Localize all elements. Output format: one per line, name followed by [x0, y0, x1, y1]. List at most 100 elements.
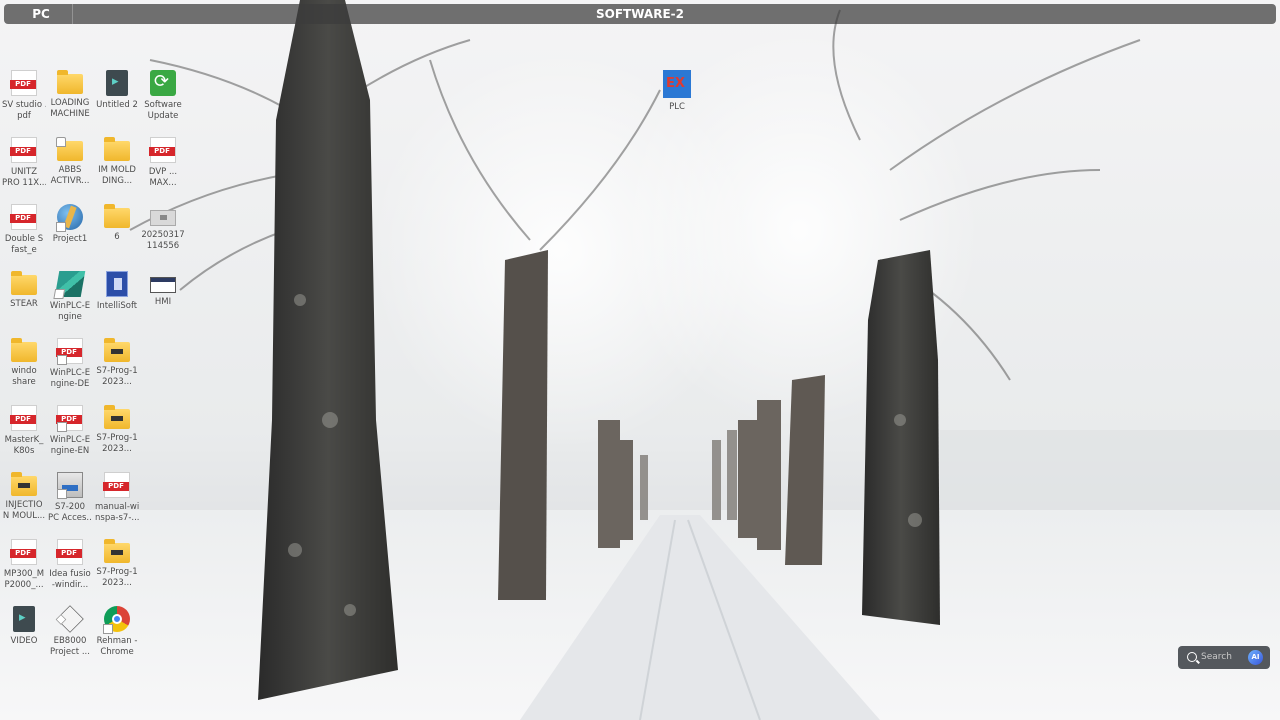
caption-line: MAX... — [149, 178, 177, 188]
desktop-icon-idea-fusion[interactable]: PDF Idea fusio -windir... — [48, 539, 92, 591]
desktop-icon-double-s[interactable]: PDF Double Sfast_e — [2, 204, 46, 256]
pdf-icon: PDF — [10, 204, 37, 230]
desktop-icon-caption: INJECTIO N MOUL... — [2, 500, 46, 522]
caption-line: DING... — [101, 176, 133, 186]
caption-line: 20250317 — [141, 230, 185, 240]
desktop-icon-intellisoft[interactable]: IntelliSoft — [95, 271, 139, 312]
video-file-icon — [106, 70, 128, 96]
caption-line: S7-Prog-1 — [96, 433, 138, 443]
desktop-icon-caption: WinPLC-E ngine — [48, 301, 92, 323]
caption-line: -windir... — [51, 580, 89, 590]
desktop-icon-project1[interactable]: Project1 — [48, 204, 92, 245]
desktop-icon-caption: 20250317 114556 — [141, 230, 185, 252]
desktop-icon-caption: Software Update — [141, 100, 185, 122]
caption-line: MasterK_ — [4, 435, 44, 445]
folder-icon — [104, 204, 130, 228]
desktop-icon-caption: STEAR — [2, 299, 46, 310]
desktop-icon-master-k80s[interactable]: PDF MasterK_ K80s — [2, 405, 46, 457]
desktop-icon-mp300[interactable]: PDF MP300_M P2000_... — [2, 539, 46, 591]
caption-line: UNITZ — [10, 167, 38, 177]
desktop-icon-caption: Untitled 2 — [95, 100, 139, 111]
caption-line: Software — [144, 100, 182, 110]
desktop-icon-s7-prog-2[interactable]: S7-Prog-1 2023... — [95, 405, 139, 455]
pdf-icon: PDF — [56, 338, 83, 365]
desktop-icon-drive-2025[interactable]: 20250317 114556 — [141, 204, 185, 252]
tool-icon — [57, 472, 83, 499]
caption-line: nspa-s7-... — [95, 513, 139, 523]
desktop-wallpaper — [0, 0, 1280, 720]
desktop-icon-caption: HMI — [141, 297, 185, 308]
desktop-icon-steer[interactable]: STEAR — [2, 271, 46, 310]
desktop-icon-window-share[interactable]: windo share — [2, 338, 46, 388]
desktop-icon-video[interactable]: VIDEO — [2, 606, 46, 647]
pdf-badge: PDF — [103, 482, 129, 491]
shape-icon — [56, 605, 84, 633]
caption-line: P2000_... — [4, 580, 44, 590]
desktop-icon-loading-machine[interactable]: LOADING MACHINE — [48, 70, 92, 120]
desktop-icon-caption: PLC — [655, 102, 699, 113]
desktop-icon-im-mold[interactable]: IM MOLD DING... — [95, 137, 139, 187]
desktop-icon-manual[interactable]: PDF manual-wi nspa-s7-... — [95, 472, 139, 524]
taskbar-search-box[interactable]: Search AI — [1178, 646, 1270, 669]
pdf-icon: PDF — [56, 539, 83, 565]
chrome-icon — [103, 606, 130, 634]
caption-line: 2023... — [102, 578, 132, 588]
desktop-icon-chrome[interactable]: Rehman - Chrome — [95, 606, 139, 658]
folder-badge — [111, 416, 123, 421]
pdf-icon: PDF — [103, 472, 130, 498]
caption-line: MP300_M — [3, 569, 45, 579]
caption-line: Project ... — [50, 647, 90, 657]
desktop-icon-s7-200[interactable]: S7-200 PC Acces... — [48, 472, 92, 524]
desktop-icon-caption: LOADING MACHINE — [48, 98, 92, 120]
desktop-icon-folder-6[interactable]: 6 — [95, 204, 139, 243]
caption-line: LOADING — [50, 98, 90, 108]
caption-line: Rehman - — [96, 636, 138, 646]
desktop-icon-caption: VIDEO — [2, 636, 46, 647]
update-icon — [150, 70, 176, 96]
desktop-icon-winplc-engine[interactable]: WinPLC-E ngine — [48, 271, 92, 323]
copilot-icon[interactable]: AI — [1248, 650, 1263, 665]
desktop-icon-hmi[interactable]: HMI — [141, 271, 185, 308]
folder-icon — [57, 70, 83, 94]
desktop-icon-eb8000[interactable]: EB8000 Project ... — [48, 605, 92, 658]
desktop-icon-caption: S7-Prog-1 2023... — [95, 433, 139, 455]
folder-badge — [111, 550, 123, 555]
desktop-icon-caption: S7-Prog-1 2023... — [95, 366, 139, 388]
desktop-icon-untitled-2[interactable]: Untitled 2 — [95, 70, 139, 111]
desktop-icon-caption: Idea fusio -windir... — [48, 569, 92, 591]
caption-line: Double S — [4, 234, 44, 244]
remote-session-bar: PC SOFTWARE-2 — [4, 4, 1276, 24]
desktop-icon-s7-prog-3[interactable]: S7-Prog-1 2023... — [95, 539, 139, 589]
desktop-icon-caption: windo share — [2, 366, 46, 388]
desktop-icon-caption: DVP ... MAX... — [141, 167, 185, 189]
desktop-icon-caption: manual-wi nspa-s7-... — [95, 502, 139, 524]
caption-line: S7-Prog-1 — [96, 567, 138, 577]
desktop-icon-winplc-en[interactable]: PDF WinPLC-E ngine-EN — [48, 405, 92, 457]
folder-icon — [104, 137, 130, 161]
caption-line: ngine-EN — [50, 446, 90, 456]
drive-icon — [150, 210, 176, 226]
caption-line: PC Acces... — [48, 513, 92, 523]
desktop-icon-software-update[interactable]: SoftwareUpdate — [141, 70, 185, 122]
desktop-icon-abbs-activ[interactable]: ABBS ACTIVR... — [48, 137, 92, 187]
desktop-icon-pdf-4[interactable]: PDF DVP ... MAX... — [141, 137, 185, 189]
desktop-icon-injection-mould[interactable]: INJECTIO N MOUL... — [2, 472, 46, 522]
caption-line: share — [12, 377, 36, 387]
desktop-icon-unitz-pro[interactable]: PDF UNITZ PRO 11X... — [2, 137, 46, 189]
desktop-icon-winplc-de[interactable]: PDF WinPLC-E ngine-DE — [48, 338, 92, 390]
folder-icon — [11, 472, 37, 496]
caption-line: HMI — [154, 297, 172, 307]
caption-line: MACHINE — [50, 109, 90, 119]
caption-line: ngine — [58, 312, 82, 322]
caption-line: windo — [11, 366, 37, 376]
caption-line: Project1 — [52, 234, 88, 244]
desktop-icon-plc[interactable]: PLC — [655, 70, 699, 113]
pdf-badge: PDF — [10, 415, 36, 424]
desktop-icon-sv-studio[interactable]: PDF SV studio ...pdf — [2, 70, 46, 122]
pdf-badge: PDF — [10, 80, 36, 89]
folder-badge — [18, 483, 30, 488]
desktop-icon-s7-prog-1[interactable]: S7-Prog-1 2023... — [95, 338, 139, 388]
caption-line: WinPLC-E — [49, 301, 91, 311]
caption-line: STEAR — [10, 299, 38, 309]
pdf-badge: PDF — [56, 348, 82, 357]
